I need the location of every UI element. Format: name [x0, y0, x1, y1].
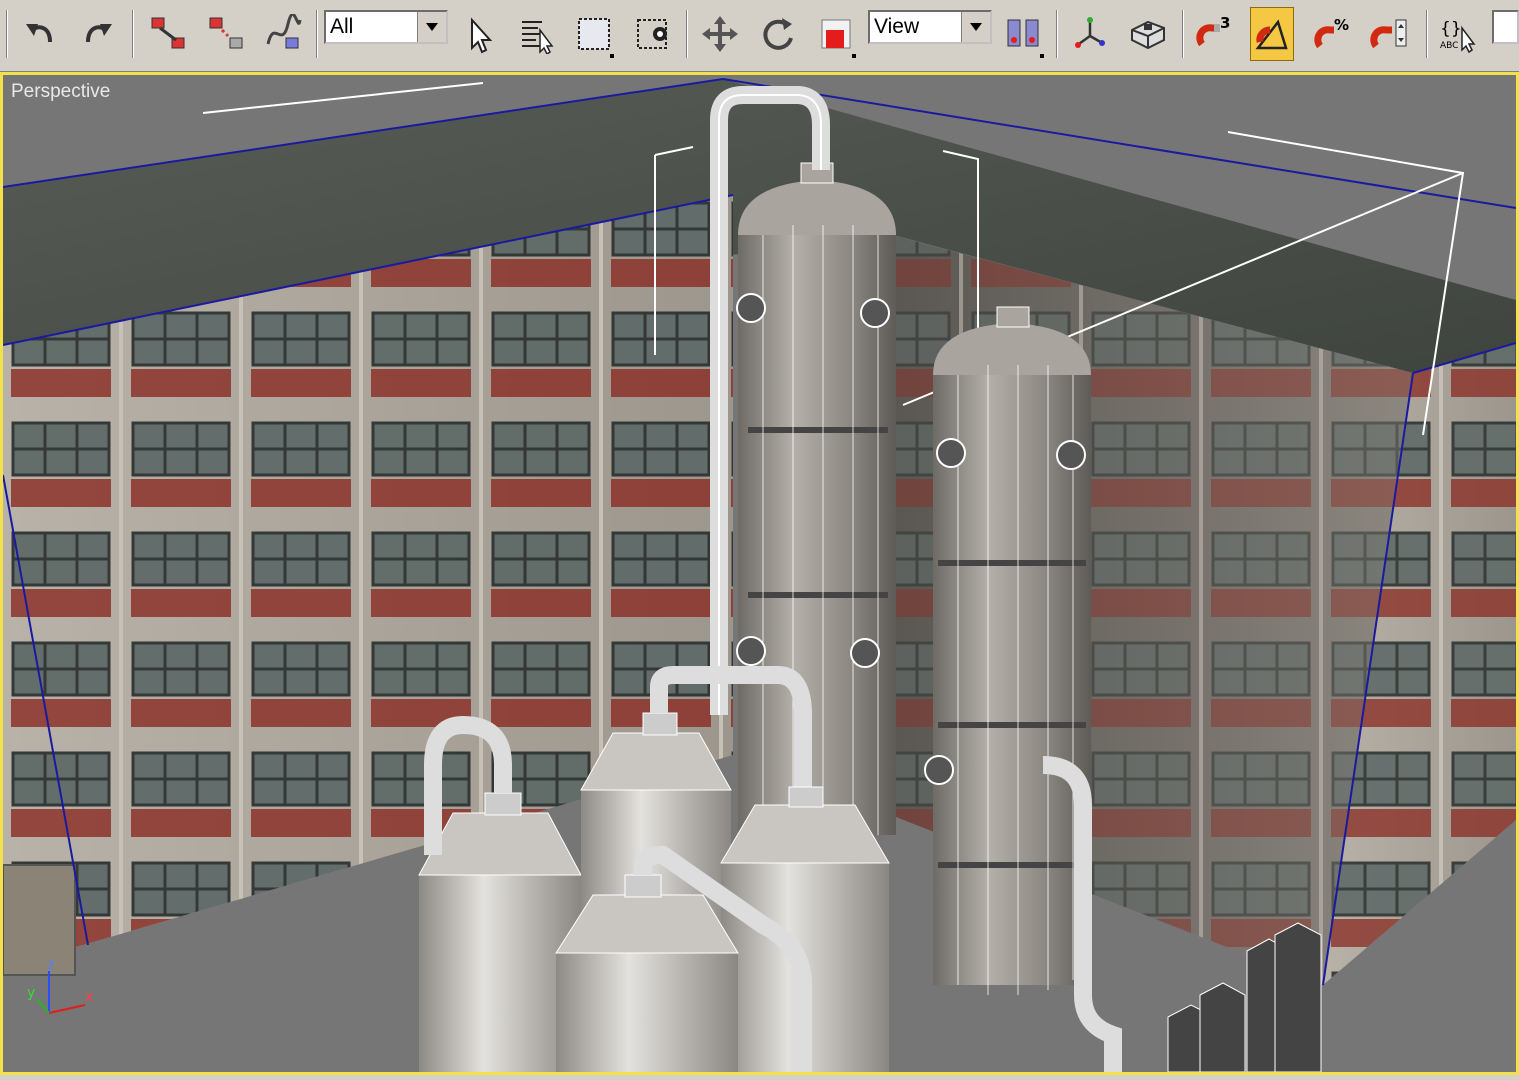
column-tank-2 — [924, 306, 1122, 1072]
bind-to-space-warp-icon[interactable] — [262, 8, 306, 60]
viewport-label[interactable]: Perspective — [11, 81, 110, 103]
select-and-link-icon[interactable] — [146, 8, 190, 60]
use-pivot-point-center-icon[interactable] — [1002, 8, 1046, 60]
perspective-viewport[interactable]: Perspective z x y — [0, 72, 1519, 1075]
axis-label-x: x — [85, 989, 94, 1005]
undo-icon[interactable] — [18, 8, 62, 60]
rectangular-selection-region-icon[interactable] — [572, 8, 616, 60]
select-and-manipulate-icon[interactable] — [1068, 8, 1112, 60]
svg-text:{}: {} — [1440, 19, 1462, 39]
main-toolbar: All View 3 % {} ABC — [0, 0, 1519, 72]
select-and-move-icon[interactable] — [698, 8, 742, 60]
svg-text:ABC: ABC — [1440, 41, 1458, 51]
flyout-indicator — [852, 54, 856, 58]
coord-system-value: View — [874, 15, 920, 38]
select-object-icon[interactable] — [458, 8, 502, 60]
spinner-snap-toggle-icon[interactable] — [1368, 8, 1412, 60]
toolbar-separator — [1056, 10, 1058, 58]
unlink-selection-icon[interactable] — [204, 8, 248, 60]
toolbar-separator — [132, 10, 134, 58]
chevron-down-icon[interactable] — [961, 12, 990, 42]
selection-filter-dropdown[interactable]: All — [324, 10, 448, 44]
redo-icon[interactable] — [76, 8, 120, 60]
reference-coordinate-system-dropdown[interactable]: View — [868, 10, 992, 44]
toolbar-separator — [686, 10, 688, 58]
percent-snap-toggle-icon[interactable]: % — [1310, 8, 1354, 60]
window-crossing-toggle-icon[interactable] — [632, 8, 676, 60]
toolbar-grip[interactable] — [6, 10, 8, 58]
axis-label-z: z — [47, 957, 55, 973]
axis-label-y: y — [27, 985, 36, 1001]
flyout-indicator — [1040, 54, 1044, 58]
status-bar — [0, 1075, 1519, 1080]
edit-named-selection-sets-icon[interactable]: {} ABC — [1436, 8, 1480, 60]
svg-text:%: % — [1334, 16, 1349, 34]
svg-text:3: 3 — [1220, 14, 1230, 32]
named-selection-sets-field[interactable] — [1492, 10, 1519, 44]
angle-snap-toggle-icon[interactable] — [1250, 7, 1294, 61]
chevron-down-icon[interactable] — [417, 12, 446, 42]
select-and-rotate-icon[interactable] — [756, 8, 800, 60]
keyboard-shortcut-override-icon[interactable] — [1126, 8, 1170, 60]
select-by-name-icon[interactable] — [514, 8, 558, 60]
select-and-scale-icon[interactable] — [814, 8, 858, 60]
axis-tripod: z x y — [17, 957, 107, 1033]
snaps-toggle-icon[interactable]: 3 — [1192, 8, 1236, 60]
toolbar-separator — [1426, 10, 1428, 58]
scene-render — [3, 75, 1516, 1072]
toolbar-separator — [316, 10, 318, 58]
flyout-indicator — [610, 54, 614, 58]
selection-filter-value: All — [330, 15, 354, 38]
toolbar-separator — [1182, 10, 1184, 58]
